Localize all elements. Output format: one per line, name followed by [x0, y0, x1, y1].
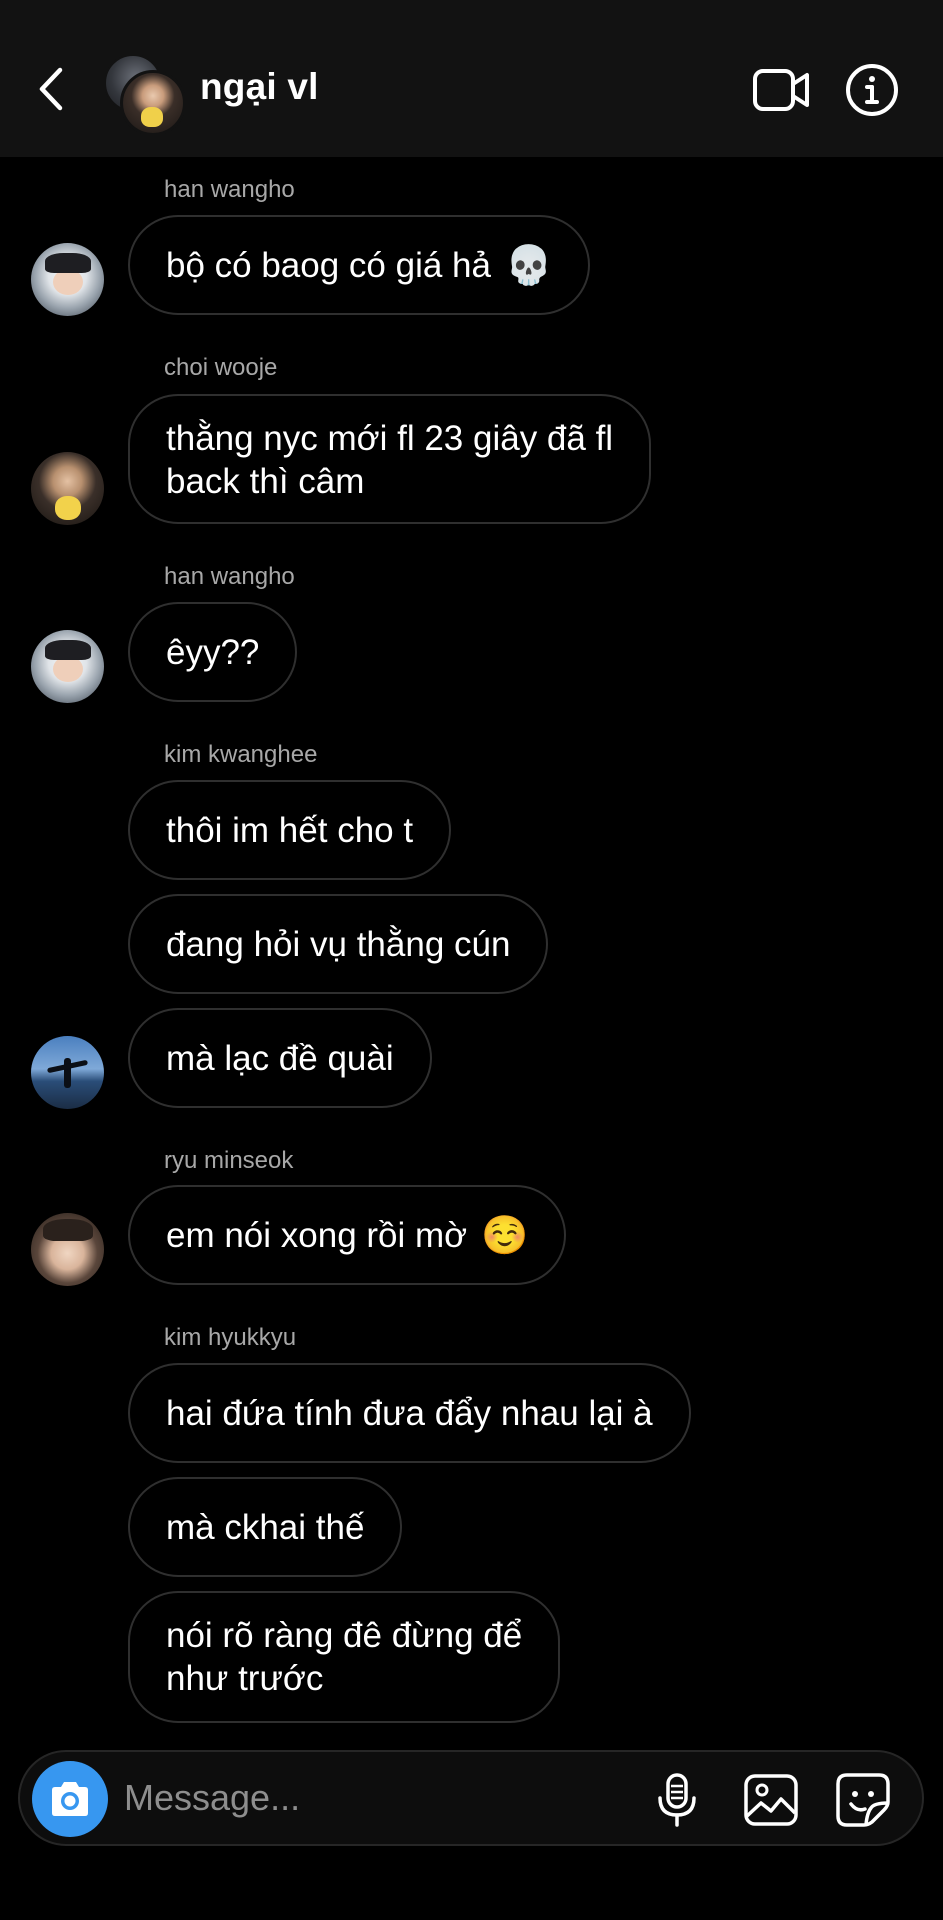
message-bubble[interactable]: mà lạc đề quài — [128, 1008, 432, 1108]
message-composer — [18, 1750, 924, 1846]
message-text-line: back thì câm — [166, 462, 365, 501]
message-bubble[interactable]: thằng nyc mới fl 23 giây đã fl back thì … — [128, 394, 652, 524]
message-bubble[interactable]: êyy?? — [128, 602, 298, 702]
microphone-icon — [658, 1773, 696, 1827]
message-text-line: như trước — [166, 1659, 324, 1698]
back-button[interactable] — [30, 62, 74, 116]
message-text: thôi im hết cho t — [166, 810, 414, 850]
avatar-han-wangho[interactable] — [31, 243, 104, 316]
microphone-button[interactable] — [654, 1772, 700, 1828]
camera-button[interactable] — [32, 1761, 108, 1837]
smiling-emoji: ☺️ — [481, 1212, 529, 1257]
message-text: đang hỏi vụ thằng cún — [166, 924, 511, 964]
group-avatar[interactable] — [104, 54, 186, 136]
avatar-han-wangho[interactable] — [31, 630, 104, 703]
sender-name: choi wooje — [164, 354, 278, 381]
message-text: hai đứa tính đưa đẩy nhau lại à — [166, 1393, 653, 1433]
message-text: mà ckhai thế — [166, 1507, 365, 1547]
message-text: mà lạc đề quài — [166, 1038, 394, 1078]
video-call-button[interactable] — [752, 68, 810, 112]
message-bubble[interactable]: hai đứa tính đưa đẩy nhau lại à — [128, 1363, 691, 1463]
message-bubble[interactable]: đang hỏi vụ thằng cún — [128, 894, 549, 994]
sender-name: kim hyukkyu — [164, 1324, 297, 1351]
message-bubble[interactable]: nói rõ ràng đê đừng để như trước — [128, 1591, 561, 1723]
gallery-button[interactable] — [742, 1772, 800, 1828]
sticker-button[interactable] — [834, 1772, 892, 1828]
message-bubble[interactable]: thôi im hết cho t — [128, 780, 452, 880]
message-input[interactable] — [124, 1774, 524, 1822]
chat-header: ngại vl — [0, 0, 943, 157]
sender-name: han wangho — [164, 563, 295, 590]
sender-name: ryu minseok — [164, 1147, 294, 1174]
chevron-left-icon — [39, 67, 63, 111]
sender-name: han wangho — [164, 176, 295, 203]
sender-name: kim kwanghee — [164, 741, 318, 768]
message-bubble[interactable]: em nói xong rồi mờ ☺️ — [128, 1185, 567, 1285]
group-avatar-front — [120, 70, 186, 136]
message-text-line: thằng nyc mới fl 23 giây đã fl — [166, 419, 614, 458]
message-bubble[interactable]: bộ có baog có giá hả 💀 — [128, 215, 591, 315]
video-camera-icon — [753, 69, 809, 111]
message-bubble[interactable]: mà ckhai thế — [128, 1477, 403, 1577]
message-text: êyy?? — [166, 632, 260, 672]
sticker-icon — [836, 1773, 890, 1827]
avatar-kim-kwanghee[interactable] — [31, 1036, 104, 1109]
message-text: em nói xong rồi mờ — [166, 1215, 468, 1255]
camera-icon — [52, 1782, 88, 1816]
info-icon — [846, 64, 898, 116]
image-icon — [744, 1774, 798, 1826]
avatar-ryu-minseok[interactable] — [31, 1213, 104, 1286]
chat-title[interactable]: ngại vl — [200, 66, 319, 108]
message-text-line: nói rõ ràng đê đừng để — [166, 1616, 523, 1655]
message-text: bộ có baog có giá hả — [166, 245, 491, 285]
skull-emoji: 💀 — [504, 242, 553, 287]
avatar-choi-wooje[interactable] — [31, 452, 104, 525]
info-button[interactable] — [845, 63, 899, 117]
